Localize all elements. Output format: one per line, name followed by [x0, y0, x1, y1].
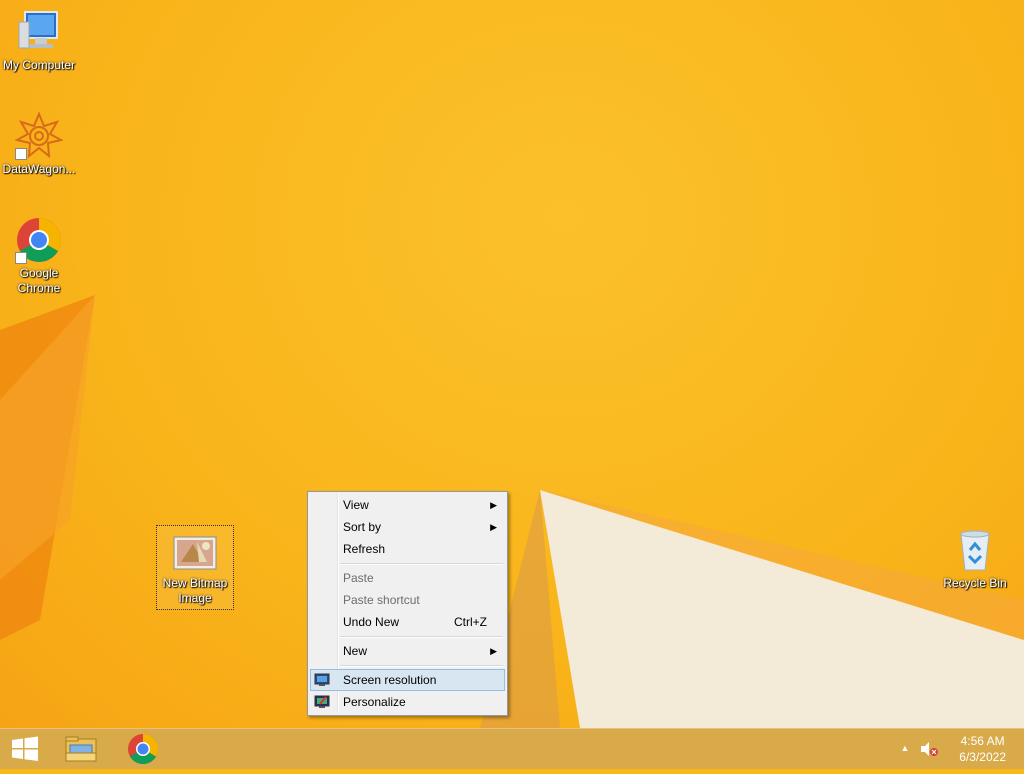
personalize-icon	[314, 694, 330, 710]
google-chrome-shortcut[interactable]: Google Chrome	[1, 216, 77, 296]
icon-label: DataWagon...	[2, 162, 76, 176]
menu-separator	[340, 636, 503, 638]
taskbar-chrome[interactable]	[114, 729, 172, 769]
shortcut-arrow-icon	[15, 148, 27, 160]
menu-item-label: Paste shortcut	[343, 593, 420, 607]
menu-item-label: Personalize	[343, 695, 406, 709]
menu-item-undo-new[interactable]: Undo New Ctrl+Z	[310, 611, 505, 633]
menu-item-label: New	[343, 644, 368, 658]
menu-item-new[interactable]: New ▶	[310, 640, 505, 662]
taskbar: ▲ 4:56 AM 6/3/2022	[0, 728, 1024, 769]
volume-muted-icon[interactable]	[918, 739, 940, 759]
menu-item-personalize[interactable]: Personalize	[310, 691, 505, 713]
windows-logo-icon	[12, 736, 38, 761]
menu-separator	[340, 665, 503, 667]
menu-item-label: Refresh	[343, 542, 386, 556]
icon-label: Recycle Bin	[943, 576, 1007, 590]
chrome-icon	[128, 734, 159, 765]
icon-label: New Bitmap Image	[162, 576, 228, 605]
submenu-arrow-icon: ▶	[490, 646, 497, 656]
menu-item-label: Screen resolution	[343, 673, 437, 687]
menu-item-screen-resolution[interactable]: Screen resolution	[310, 669, 505, 691]
menu-item-label: View	[343, 498, 369, 512]
monitor-icon	[314, 672, 330, 688]
menu-item-label: Undo New	[343, 615, 400, 629]
new-bitmap-image-file[interactable]: New Bitmap Image	[156, 525, 234, 610]
recycle-bin[interactable]: Recycle Bin	[937, 526, 1013, 591]
clock-time: 4:56 AM	[960, 734, 1005, 748]
clock-date: 6/3/2022	[959, 750, 1006, 764]
icon-label: My Computer	[2, 58, 76, 72]
submenu-arrow-icon: ▶	[490, 500, 497, 510]
recycle-bin-icon	[951, 526, 999, 574]
submenu-arrow-icon: ▶	[490, 522, 497, 532]
desktop-context-menu: View ▶ Sort by ▶ Refresh Paste Paste sho…	[307, 491, 508, 716]
menu-item-label: Sort by	[343, 520, 382, 534]
menu-item-shortcut: Ctrl+Z	[454, 615, 487, 629]
menu-item-label: Paste	[343, 571, 374, 585]
menu-item-paste[interactable]: Paste	[310, 567, 505, 589]
chrome-icon	[15, 216, 63, 264]
menu-item-sort-by[interactable]: Sort by ▶	[310, 516, 505, 538]
taskbar-file-explorer[interactable]	[52, 729, 110, 769]
taskbar-clock[interactable]: 4:56 AM 6/3/2022	[959, 733, 1006, 765]
desktop[interactable]: My Computer DataWagon... Google Chrome N…	[0, 0, 1024, 728]
shortcut-arrow-icon	[15, 252, 27, 264]
menu-separator	[340, 563, 503, 565]
menu-item-refresh[interactable]: Refresh	[310, 538, 505, 560]
wallpaper-shapes	[0, 295, 1024, 728]
menu-item-view[interactable]: View ▶	[310, 494, 505, 516]
show-hidden-icons-chevron-icon[interactable]: ▲	[897, 740, 913, 756]
bitmap-image-icon	[171, 534, 219, 574]
datawagon-icon	[14, 111, 64, 160]
start-button[interactable]	[0, 729, 58, 769]
computer-icon	[15, 8, 63, 56]
menu-item-paste-shortcut[interactable]: Paste shortcut	[310, 589, 505, 611]
icon-label: Google Chrome	[17, 266, 61, 295]
file-explorer-icon	[65, 736, 97, 762]
datawagon-shortcut[interactable]: DataWagon...	[1, 111, 77, 177]
my-computer-shortcut[interactable]: My Computer	[1, 8, 77, 73]
